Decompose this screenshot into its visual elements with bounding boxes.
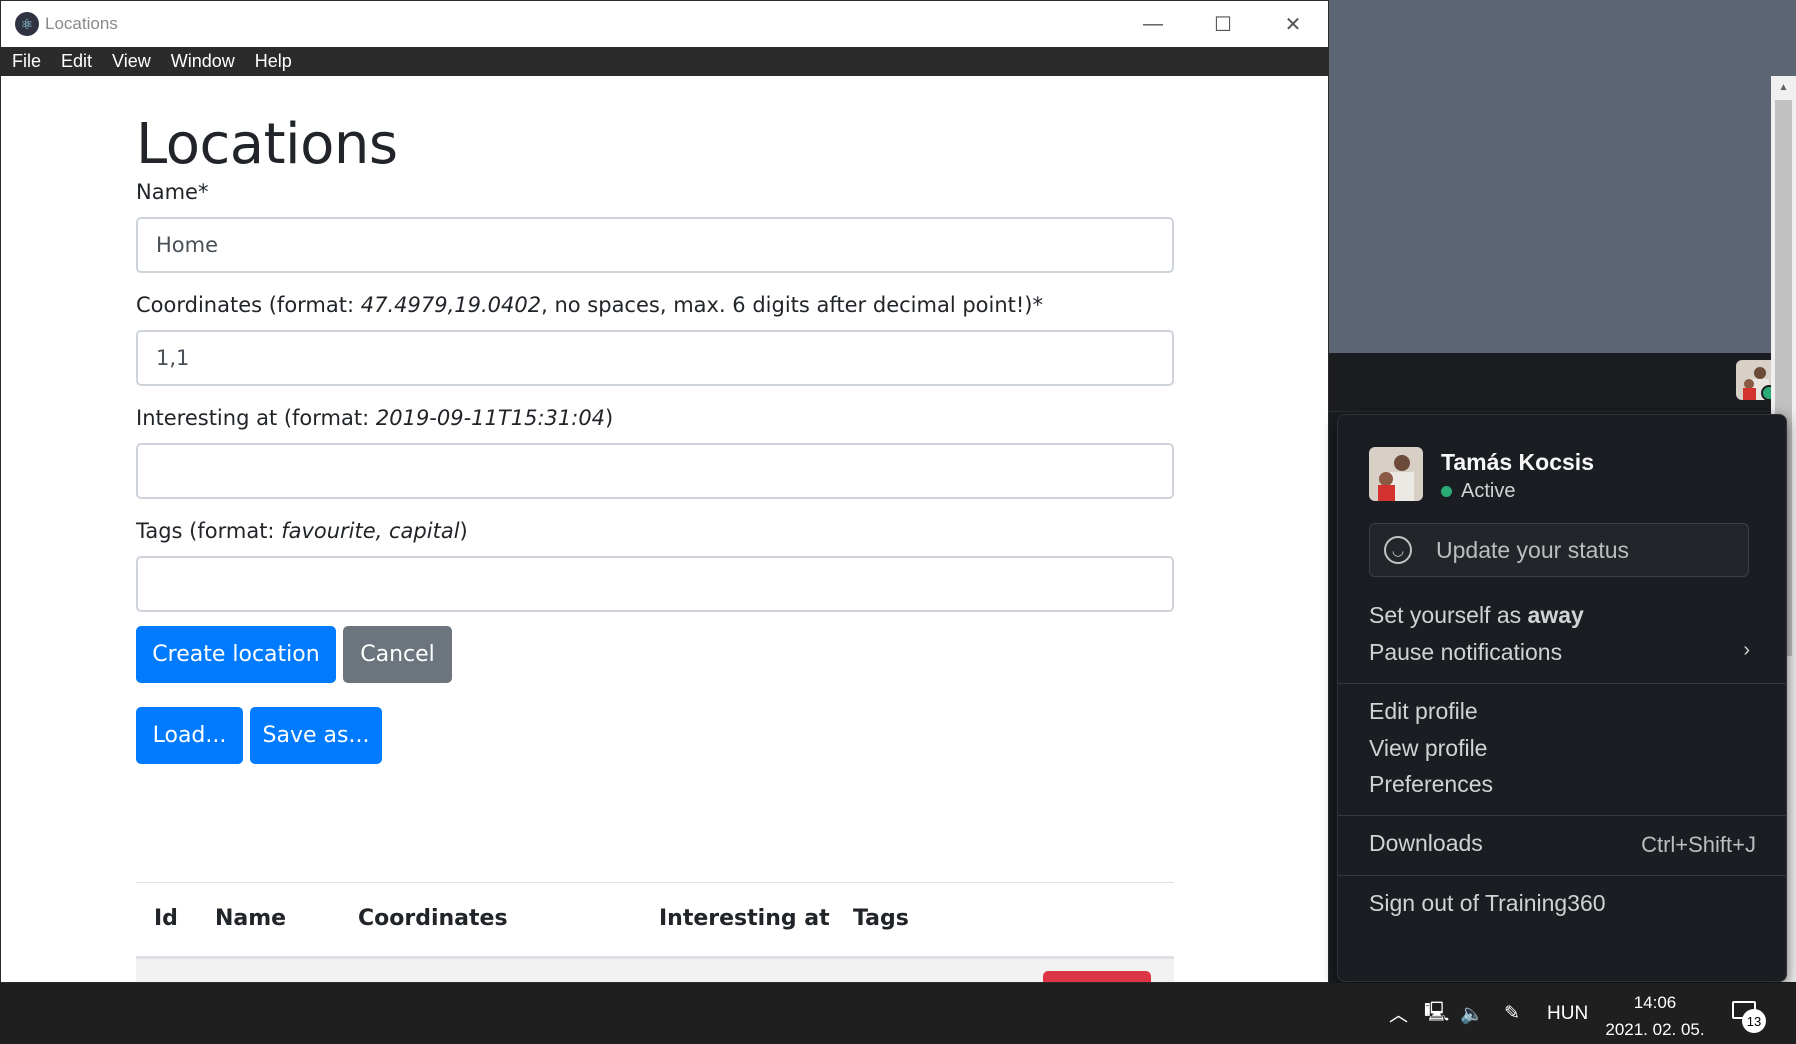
- menu-divider: [1338, 875, 1786, 876]
- downloads-shortcut: Ctrl+Shift+J: [1641, 832, 1756, 857]
- menu-window[interactable]: Window: [160, 51, 244, 72]
- volume-icon[interactable]: 🔈: [1460, 983, 1484, 1044]
- chevron-right-icon: ›: [1743, 639, 1750, 661]
- edit-profile-menu-item[interactable]: Edit profile: [1369, 698, 1478, 725]
- presence-label: Active: [1461, 480, 1516, 502]
- tags-label-prefix: Tags (format:: [136, 519, 282, 543]
- profile-avatar: [1369, 447, 1423, 501]
- page-content: Locations Name* Home Coordinates (format…: [0, 76, 1304, 982]
- column-header-interesting-at: Interesting at: [659, 906, 830, 931]
- tags-input[interactable]: [136, 556, 1174, 612]
- coordinates-label: Coordinates (format: 47.4979,19.0402, no…: [136, 293, 1043, 317]
- menu-file[interactable]: File: [1, 51, 50, 72]
- preferences-menu-item[interactable]: Preferences: [1369, 771, 1493, 798]
- taskbar: ︿ 🖳 🔈 ✎ HUN 14:06 2021. 02. 05. 13: [0, 983, 1796, 1044]
- interesting-at-label: Interesting at (format: 2019-09-11T15:31…: [136, 406, 613, 430]
- column-header-id: Id: [154, 906, 178, 931]
- menu-divider: [1338, 683, 1786, 684]
- avatar-image: [1369, 447, 1423, 501]
- name-label: Name*: [136, 180, 209, 204]
- profile-name: Tamás Kocsis: [1441, 449, 1594, 475]
- presence-dot: [1441, 486, 1452, 497]
- network-icon[interactable]: 🖳: [1424, 983, 1449, 1044]
- slack-profile-menu: Tamás Kocsis Active ◡ Update your status…: [1337, 414, 1787, 982]
- interesting-at-input[interactable]: [136, 443, 1174, 499]
- coordinates-label-suffix: , no spaces, max. 6 digits after decimal…: [541, 293, 1043, 317]
- sign-out-menu-item[interactable]: Sign out of Training360: [1369, 890, 1606, 917]
- delete-button[interactable]: [1043, 971, 1151, 982]
- electron-app-icon: ⚛: [15, 12, 39, 36]
- page-title: Locations: [136, 112, 398, 177]
- cancel-button[interactable]: Cancel: [343, 626, 452, 683]
- update-status-button[interactable]: ◡ Update your status: [1369, 523, 1749, 577]
- interesting-at-label-prefix: Interesting at (format:: [136, 406, 376, 430]
- coordinates-label-prefix: Coordinates (format:: [136, 293, 361, 317]
- pen-icon[interactable]: ✎: [1504, 983, 1520, 1044]
- maximize-icon: ☐: [1214, 13, 1232, 36]
- taskbar-clock[interactable]: 14:06 2021. 02. 05.: [1600, 989, 1710, 1043]
- window-title: Locations: [45, 14, 118, 33]
- notification-count-badge: 13: [1742, 1009, 1766, 1033]
- update-status-placeholder: Update your status: [1436, 536, 1630, 563]
- minimize-button[interactable]: —: [1118, 1, 1188, 47]
- table-top-border: [136, 882, 1174, 883]
- table-header: Id Name Coordinates Interesting at Tags: [136, 896, 1174, 946]
- clock-date: 2021. 02. 05.: [1605, 1020, 1705, 1039]
- maximize-button[interactable]: ☐: [1188, 1, 1258, 47]
- smiley-icon: ◡: [1384, 536, 1412, 564]
- column-header-name: Name: [215, 906, 287, 931]
- scroll-up-arrow-icon[interactable]: ▲: [1771, 76, 1796, 98]
- show-hidden-icons-button[interactable]: ︿: [1389, 983, 1408, 1044]
- minimize-icon: —: [1143, 12, 1163, 35]
- set-away-prefix: Set yourself as: [1369, 602, 1528, 628]
- name-input[interactable]: Home: [136, 217, 1174, 273]
- window-controls: — ☐ ✕: [1118, 1, 1328, 47]
- interesting-at-label-example: 2019-09-11T15:31:04: [375, 406, 606, 430]
- column-header-tags: Tags: [853, 906, 909, 931]
- pause-notifications-menu-item[interactable]: Pause notifications: [1369, 639, 1562, 666]
- load-button[interactable]: Load...: [136, 707, 243, 764]
- interesting-at-label-suffix: ): [605, 406, 614, 430]
- close-icon: ✕: [1284, 13, 1302, 36]
- downloads-menu-item[interactable]: Downloads: [1369, 830, 1483, 857]
- set-away-menu-item[interactable]: Set yourself as away: [1369, 602, 1584, 629]
- tags-label-example: favourite, capital: [281, 519, 460, 543]
- coordinates-label-example: 47.4979,19.0402: [360, 293, 542, 317]
- clock-time: 14:06: [1633, 993, 1677, 1012]
- menu-view[interactable]: View: [101, 51, 160, 72]
- desktop-background: [1329, 0, 1796, 353]
- tags-label-suffix: ): [459, 519, 468, 543]
- save-as-button[interactable]: Save as...: [250, 707, 382, 764]
- coordinates-input[interactable]: 1,1: [136, 330, 1174, 386]
- menu-help[interactable]: Help: [244, 51, 301, 72]
- menu-divider: [1338, 815, 1786, 816]
- slack-topbar: [1329, 353, 1796, 412]
- set-away-bold: away: [1527, 602, 1584, 628]
- chevron-up-icon: ︿: [1389, 1005, 1409, 1026]
- menu-bar: File Edit View Window Help: [1, 47, 1328, 76]
- menu-edit[interactable]: Edit: [50, 51, 101, 72]
- slack-user-avatar-button[interactable]: [1736, 360, 1776, 400]
- create-location-button[interactable]: Create location: [136, 626, 336, 683]
- tags-label: Tags (format: favourite, capital): [136, 519, 468, 543]
- title-bar[interactable]: ⚛ Locations — ☐ ✕: [1, 1, 1328, 47]
- input-language-indicator[interactable]: HUN: [1547, 983, 1588, 1044]
- presence-status: Active: [1441, 480, 1515, 503]
- column-header-coordinates: Coordinates: [358, 906, 508, 931]
- close-button[interactable]: ✕: [1258, 1, 1328, 47]
- table-row: [136, 959, 1174, 982]
- action-center-button[interactable]: 13: [1730, 997, 1766, 1033]
- view-profile-menu-item[interactable]: View profile: [1369, 735, 1487, 762]
